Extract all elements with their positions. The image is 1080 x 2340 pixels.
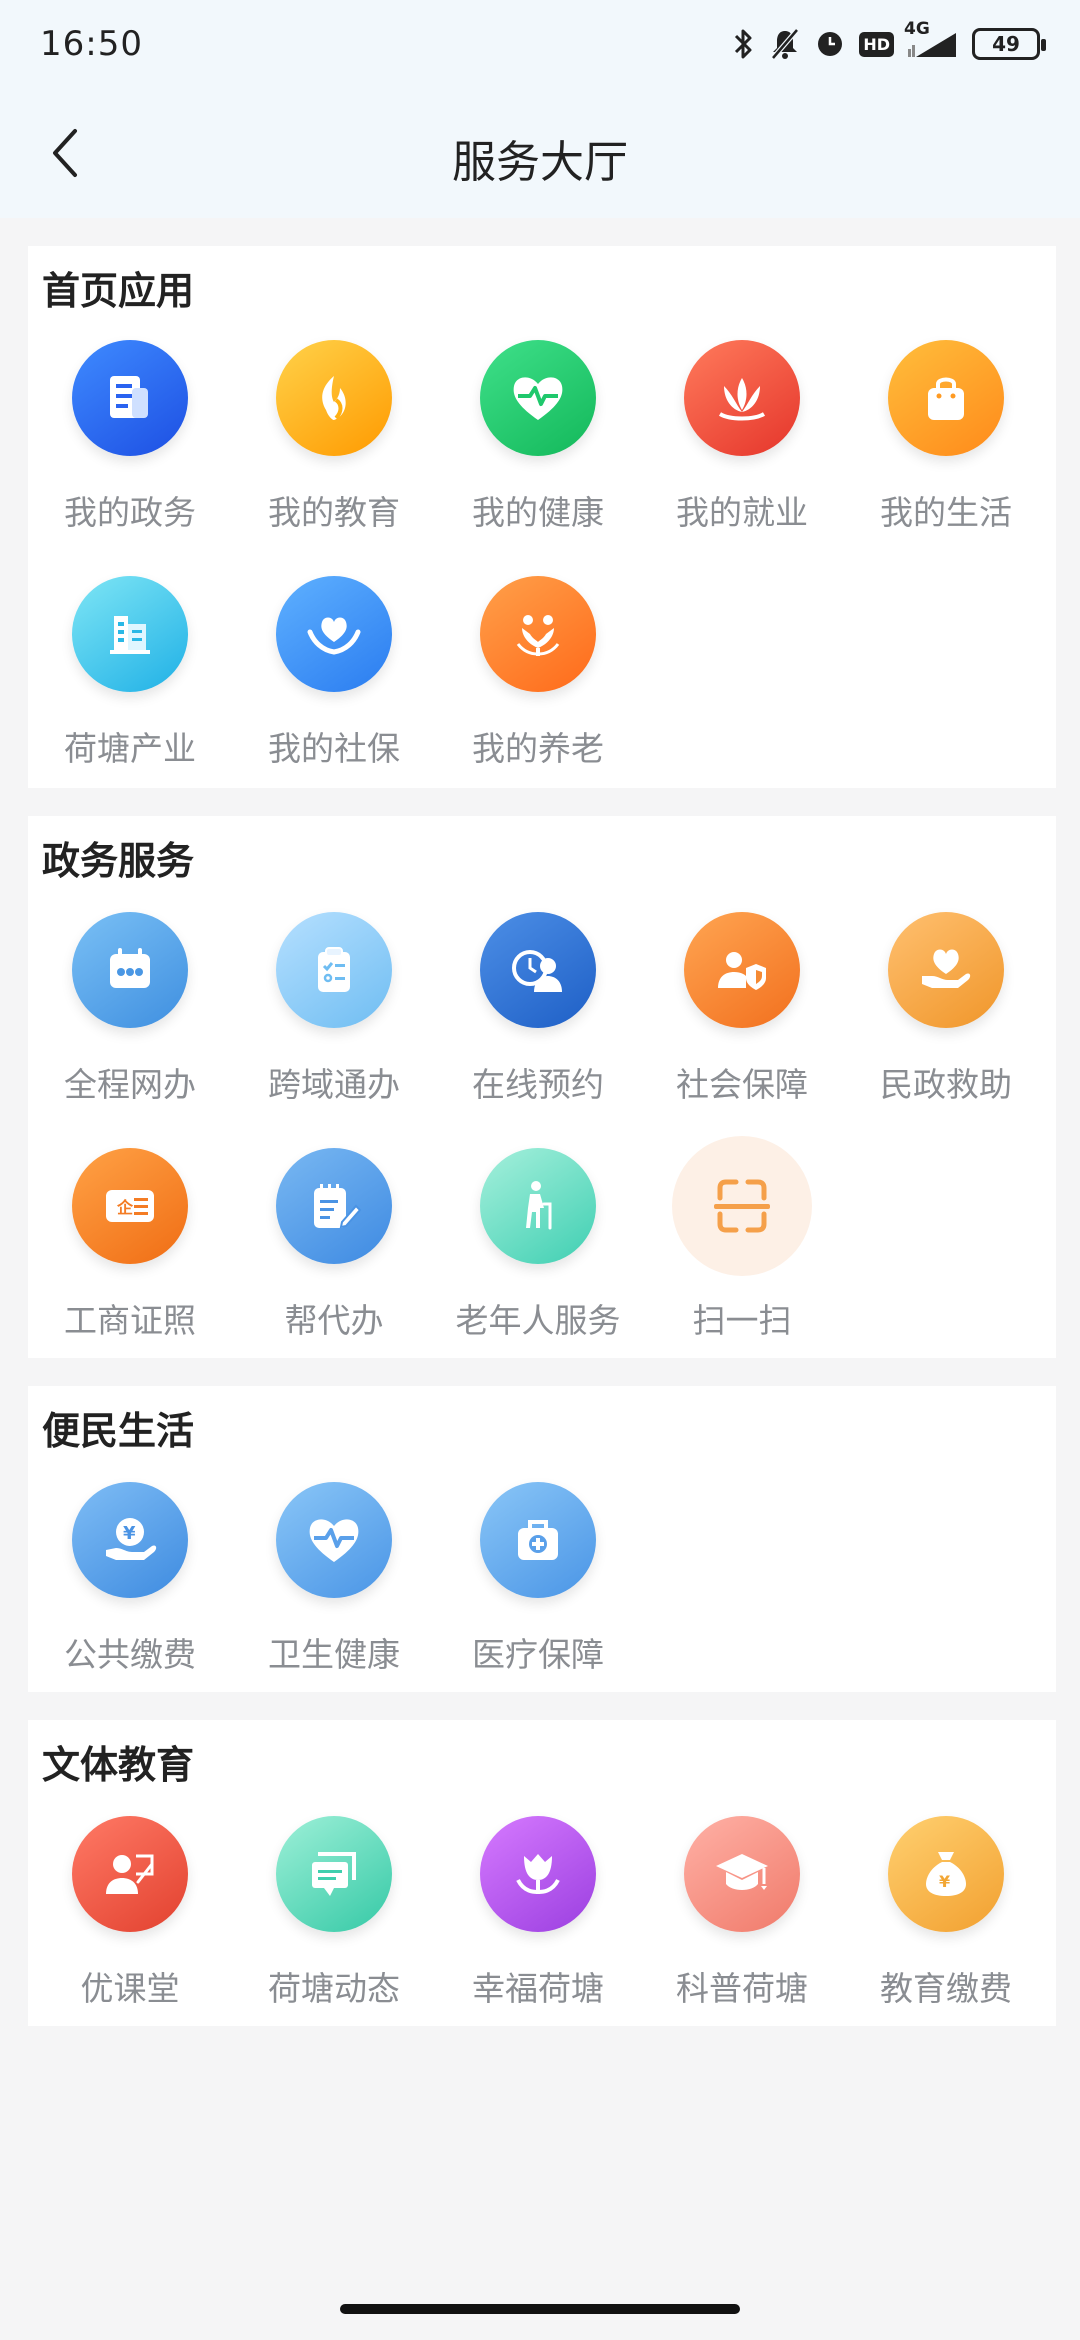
notepad-pen-icon: [276, 1148, 392, 1264]
edu-hetang-news[interactable]: 荷塘动态: [232, 1816, 436, 2016]
service-business-license[interactable]: 企 工商证照: [28, 1148, 232, 1348]
status-icons: HD 4G 49: [733, 19, 1046, 66]
svg-text:¥: ¥: [939, 1872, 950, 1891]
yuan-hand-icon: ¥: [72, 1482, 188, 1598]
heart-hand-icon: [888, 912, 1004, 1028]
app-my-employment[interactable]: 我的就业: [640, 340, 844, 540]
money-bag-icon: ¥: [888, 1816, 1004, 1932]
section-home-apps: 首页应用 我的政务 我的教育 我的健康 我的就业 我的生活 荷塘产业 我的社保 …: [28, 246, 1056, 788]
edu-tuition-payment[interactable]: ¥ 教育缴费: [844, 1816, 1048, 2016]
service-online-appointment[interactable]: 在线预约: [436, 912, 640, 1112]
item-label: 医疗保障: [472, 1635, 604, 1674]
edu-classroom[interactable]: 优课堂: [28, 1816, 232, 2016]
life-public-payment[interactable]: ¥ 公共缴费: [28, 1482, 232, 1682]
edu-science-hetang[interactable]: 科普荷塘: [640, 1816, 844, 2016]
section-title: 政务服务: [42, 839, 195, 883]
section-title: 文体教育: [42, 1743, 195, 1787]
service-scan[interactable]: 扫一扫: [640, 1136, 844, 1348]
license-icon: 企: [72, 1148, 188, 1264]
battery-indicator: 49: [972, 28, 1046, 60]
scan-icon: [672, 1136, 812, 1276]
network-label: 4G: [904, 19, 930, 39]
service-cross-region[interactable]: 跨域通办: [232, 912, 436, 1112]
service-civil-assistance[interactable]: 民政救助: [844, 912, 1048, 1112]
building-icon: [72, 576, 188, 692]
signal-4g-icon: 4G: [904, 19, 958, 59]
clock-person-icon: [480, 912, 596, 1028]
bluetooth-icon: [733, 27, 755, 61]
people-plant-icon: [480, 576, 596, 692]
lotus-icon: [684, 340, 800, 456]
app-my-education[interactable]: 我的教育: [232, 340, 436, 540]
item-label: 扫一扫: [692, 1301, 792, 1340]
calendar-icon: [72, 912, 188, 1028]
app-hetang-industry[interactable]: 荷塘产业: [28, 576, 232, 776]
edu-happy-hetang[interactable]: 幸福荷塘: [436, 1816, 640, 2016]
app-my-government[interactable]: 我的政务: [28, 340, 232, 540]
heart-hands-icon: [276, 576, 392, 692]
person-shield-icon: [684, 912, 800, 1028]
section-culture-education: 文体教育 优课堂 荷塘动态 幸福荷塘 科普荷塘 ¥ 教育缴费: [28, 1720, 1056, 2026]
alarm-clock-icon: [815, 29, 845, 59]
app-my-elderly-care[interactable]: 我的养老: [436, 576, 640, 776]
app-my-social-security[interactable]: 我的社保: [232, 576, 436, 776]
graduation-cap-icon: [684, 1816, 800, 1932]
mute-bell-icon: [769, 27, 801, 61]
document-icon: [72, 340, 188, 456]
section-title: 首页应用: [42, 269, 195, 313]
service-social-security[interactable]: 社会保障: [640, 912, 844, 1112]
svg-text:企: 企: [116, 1198, 134, 1217]
app-my-health[interactable]: 我的健康: [436, 340, 640, 540]
service-agency-handling[interactable]: 帮代办: [232, 1148, 436, 1348]
svg-text:¥: ¥: [123, 1523, 136, 1544]
medical-kit-icon: [480, 1482, 596, 1598]
item-label: 我的养老: [472, 729, 604, 768]
item-label: 民政救助: [880, 1065, 1012, 1104]
heartbeat-icon: [276, 1482, 392, 1598]
flame-icon: [276, 340, 392, 456]
section-title: 便民生活: [42, 1409, 195, 1453]
life-medical-insurance[interactable]: 医疗保障: [436, 1482, 640, 1682]
status-bar: 16:50 HD 4G 49: [0, 0, 1080, 90]
hd-badge: HD: [859, 31, 894, 57]
clipboard-icon: [276, 912, 392, 1028]
heartbeat-icon: [480, 340, 596, 456]
elder-cane-icon: [480, 1148, 596, 1264]
service-elderly[interactable]: 老年人服务: [436, 1148, 640, 1348]
app-my-life[interactable]: 我的生活: [844, 340, 1048, 540]
section-government-services: 政务服务 全程网办 跨域通办 在线预约 社会保障 民政救助 企 工商证照 帮代办…: [28, 816, 1056, 1358]
service-full-online[interactable]: 全程网办: [28, 912, 232, 1112]
item-label: 我的生活: [880, 493, 1012, 532]
home-indicator[interactable]: [340, 2304, 740, 2314]
item-label: 教育缴费: [880, 1969, 1012, 2008]
top-nav: 服务大厅: [0, 90, 1080, 218]
status-time: 16:50: [40, 24, 143, 64]
tulip-icon: [480, 1816, 596, 1932]
messages-icon: [276, 1816, 392, 1932]
teacher-icon: [72, 1816, 188, 1932]
life-health[interactable]: 卫生健康: [232, 1482, 436, 1682]
page-title: 服务大厅: [452, 137, 628, 188]
shopping-bag-icon: [888, 340, 1004, 456]
section-convenience-life: 便民生活 ¥ 公共缴费 卫生健康 医疗保障: [28, 1386, 1056, 1692]
